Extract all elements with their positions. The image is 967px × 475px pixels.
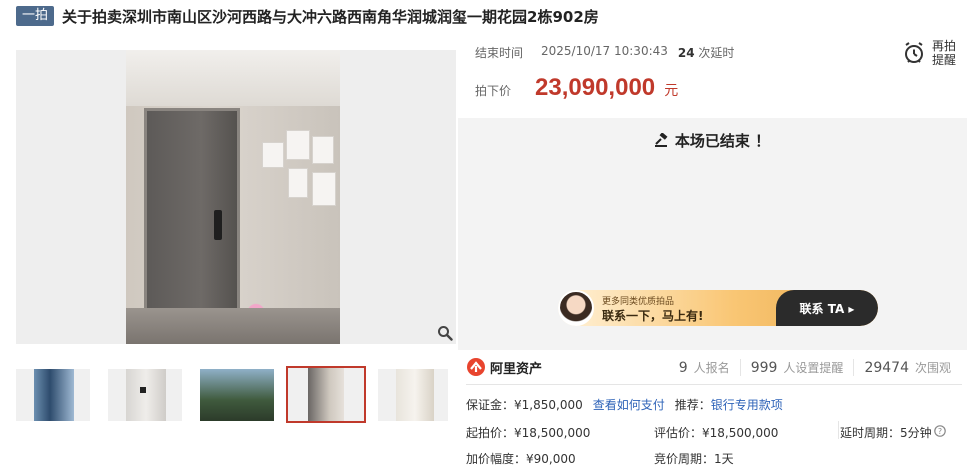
remind-label-line1: 再拍 xyxy=(932,39,957,53)
end-time-label: 结束时间 xyxy=(475,46,524,60)
how-to-pay-link[interactable]: 查看如何支付 xyxy=(593,396,665,413)
main-image-viewer[interactable] xyxy=(16,50,456,344)
price-label: 拍下价 xyxy=(475,84,512,98)
recommend: 推荐：银行专用款项 xyxy=(675,396,783,413)
price-value: 23,090,000 xyxy=(535,74,656,101)
end-time-value: 2025/10/17 10:30:43 xyxy=(541,44,668,58)
deposit-value: ¥1,850,000 xyxy=(514,398,583,412)
banner-title: 联系一下，马上有! xyxy=(602,309,704,323)
thumbnail[interactable] xyxy=(108,369,182,421)
stat-reminders: 999 人设置提醒 xyxy=(739,358,854,376)
end-time-row: 结束时间 2025/10/17 10:30:43 24 次延时 xyxy=(475,44,734,61)
delay-info: 24 次延时 xyxy=(678,44,735,61)
start-price: 起拍价：¥18,500,000 xyxy=(466,426,591,440)
price-increment: 加价幅度：¥90,000 xyxy=(466,452,576,466)
zoom-icon[interactable] xyxy=(437,325,453,341)
help-icon[interactable]: ? xyxy=(934,425,946,437)
stat-label: 人报名 xyxy=(693,360,730,375)
auction-round-tag: 一拍 xyxy=(16,6,55,26)
platform-name: 阿里资产 xyxy=(490,361,543,377)
recommend-label: 推荐： xyxy=(674,398,711,412)
stat-num: 9 xyxy=(678,359,688,376)
bid-period: 竞价周期：1天 xyxy=(654,452,734,466)
gavel-icon xyxy=(654,132,668,147)
stat-views: 29474 次围观 xyxy=(853,358,961,376)
bank-account-link[interactable]: 银行专用款项 xyxy=(711,398,783,412)
thumbnail[interactable] xyxy=(200,369,274,421)
delay-label: 次延时 xyxy=(698,46,735,60)
stat-label: 人设置提醒 xyxy=(783,360,844,375)
agent-avatar xyxy=(558,290,594,326)
contact-button[interactable]: 联系 TA ▸ xyxy=(776,290,878,326)
contact-banner[interactable]: 更多同类优质拍品 联系一下，马上有! 联系 TA ▸ xyxy=(558,290,878,326)
stat-registered: 9 人报名 xyxy=(669,359,740,376)
divider xyxy=(466,384,962,385)
main-photo xyxy=(126,50,340,344)
status-box: 本场已结束 ！ 更多同类优质拍品 联系一下，马上有! 联系 TA ▸ xyxy=(458,118,967,350)
banner-subtitle: 更多同类优质拍品 xyxy=(602,297,675,307)
stats-counters: 9 人报名 999 人设置提醒 29474 次围观 xyxy=(669,352,961,382)
page-title: 关于拍卖深圳市南山区沙河西路与大冲六路西南角华润城润玺一期花园2栋902房 xyxy=(62,7,599,26)
thumbnail-active[interactable] xyxy=(286,366,366,423)
eval-price: 评估价：¥18,500,000 xyxy=(654,426,779,440)
thumbnail[interactable] xyxy=(378,369,448,421)
thumbnail-strip xyxy=(16,366,456,424)
stat-label: 次围观 xyxy=(914,360,951,375)
auction-status-text: 本场已结束 ！ xyxy=(674,132,771,150)
price-unit: 元 xyxy=(664,83,679,99)
ali-assets-icon xyxy=(467,358,485,376)
deposit-row: 保证金：¥1,850,000 查看如何支付 推荐：银行专用款项 xyxy=(466,396,783,413)
deposit: 保证金：¥1,850,000 xyxy=(466,396,583,413)
title-row: 一拍 关于拍卖深圳市南山区沙河西路与大冲六路西南角华润城润玺一期花园2栋902房 xyxy=(16,4,599,28)
svg-text:?: ? xyxy=(938,427,942,436)
stat-num: 999 xyxy=(750,359,778,376)
thumbnail[interactable] xyxy=(16,369,90,421)
remind-label-line2: 提醒 xyxy=(932,53,957,67)
delay-count: 24 xyxy=(677,46,695,60)
alarm-clock-icon xyxy=(905,42,923,63)
remind-button[interactable]: 再拍 提醒 xyxy=(902,38,962,68)
price-row: 拍下价 23,090,000 元 xyxy=(475,74,678,102)
platform-logo[interactable]: 阿里资产 xyxy=(466,357,542,377)
stats-row: 阿里资产 9 人报名 999 人设置提醒 29474 次围观 xyxy=(466,352,961,382)
stat-num: 29474 xyxy=(864,359,909,376)
deposit-label: 保证金： xyxy=(466,398,515,412)
delay-period: 延时周期：5分钟 xyxy=(840,426,932,440)
auction-status: 本场已结束 ！ xyxy=(458,130,967,151)
